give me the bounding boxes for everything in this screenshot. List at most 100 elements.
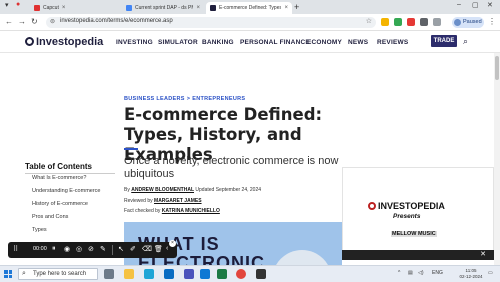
tray-overflow-icon[interactable]: ^ bbox=[398, 270, 400, 276]
minimize-icon[interactable]: – bbox=[457, 1, 461, 8]
eraser-icon[interactable]: ⌫ bbox=[142, 245, 152, 253]
recording-timer: 00:00 bbox=[33, 246, 47, 252]
store-icon[interactable] bbox=[164, 269, 174, 279]
search-icon: ⌕ bbox=[22, 270, 26, 277]
taskbar-clock[interactable]: 11:05 02-12-2024 bbox=[456, 268, 486, 280]
extension-icon[interactable] bbox=[407, 18, 415, 26]
nav-reviews[interactable]: REVIEWS bbox=[377, 39, 408, 46]
trash-icon[interactable]: 🗑 bbox=[154, 245, 163, 253]
pen-icon[interactable]: ✐ bbox=[130, 245, 136, 253]
author-link[interactable]: ANDREW BLOOMENTHAL bbox=[131, 187, 194, 193]
toc-item[interactable]: History of E-commerce bbox=[32, 201, 88, 207]
tab-capcut[interactable]: Capcut × bbox=[30, 2, 120, 14]
taskbar-search-placeholder: Type here to search bbox=[33, 271, 87, 277]
maximize-icon[interactable]: ▢ bbox=[472, 1, 479, 9]
toc-item[interactable]: Pros and Cons bbox=[32, 214, 68, 220]
network-icon[interactable]: ▤ bbox=[408, 270, 413, 276]
collapse-icon[interactable]: ‹ bbox=[166, 245, 168, 252]
language-indicator[interactable]: ENG bbox=[432, 270, 443, 276]
cursor-icon[interactable]: ↖ bbox=[118, 245, 124, 253]
outlook-icon[interactable] bbox=[200, 269, 210, 279]
sidebar-panel-icon[interactable] bbox=[433, 18, 441, 26]
bookmark-star-icon[interactable]: ☆ bbox=[366, 17, 372, 25]
nav-economy[interactable]: ECONOMY bbox=[307, 39, 342, 46]
breadcrumb-business-leaders[interactable]: BUSINESS LEADERS bbox=[124, 96, 185, 102]
tab-close-icon[interactable]: × bbox=[284, 5, 288, 11]
close-window-icon[interactable]: ✕ bbox=[487, 1, 493, 9]
page-scrollbar[interactable] bbox=[494, 53, 500, 265]
extension-icon[interactable] bbox=[381, 18, 389, 26]
trade-button[interactable]: TRADE bbox=[431, 35, 457, 47]
back-icon[interactable]: ← bbox=[5, 17, 13, 26]
excel-icon[interactable] bbox=[217, 269, 227, 279]
video-ad[interactable]: INVESTOPEDIA Presents MELLOW MUSIC bbox=[342, 167, 494, 257]
reload-icon[interactable]: ↻ bbox=[31, 17, 38, 26]
extensions-puzzle-icon[interactable] bbox=[420, 18, 428, 26]
author-line: By ANDREW BLOOMENTHAL Updated September … bbox=[124, 187, 261, 193]
toc-heading: Table of Contents bbox=[25, 162, 92, 171]
stop-icon[interactable]: ◉ bbox=[64, 245, 70, 253]
new-tab-button[interactable]: + bbox=[294, 2, 299, 12]
tab-close-icon[interactable]: × bbox=[62, 5, 66, 11]
ad-controls-bar: ✕ bbox=[342, 250, 494, 260]
tab-close-icon[interactable]: × bbox=[196, 5, 200, 11]
by-prefix: By bbox=[124, 187, 130, 193]
site-logo[interactable]: Investopedia bbox=[25, 36, 103, 48]
address-bar[interactable]: ⊜ investopedia.com/terms/e/ecommerce.asp… bbox=[46, 17, 376, 28]
url-text: investopedia.com/terms/e/ecommerce.asp bbox=[60, 18, 173, 24]
browser-toolbar: ← → ↻ ⊜ investopedia.com/terms/e/ecommer… bbox=[0, 14, 500, 31]
toc-item[interactable]: Understanding E-commerce bbox=[32, 188, 100, 194]
toolbar-divider bbox=[112, 245, 113, 255]
jira-favicon-icon bbox=[126, 5, 132, 11]
browser-menu-icon[interactable]: ⋮ bbox=[488, 17, 496, 26]
ad-close-button[interactable]: ✕ bbox=[480, 250, 486, 258]
forward-icon[interactable]: → bbox=[18, 17, 26, 26]
site-info-icon[interactable]: ⊜ bbox=[50, 18, 55, 25]
profile-button[interactable]: Paused bbox=[452, 17, 484, 28]
taskbar-search-input[interactable]: ⌕ Type here to search bbox=[18, 268, 98, 280]
breadcrumb-entrepreneurs[interactable]: ENTREPRENEURS bbox=[192, 96, 245, 102]
microphone-icon[interactable]: ⊘ bbox=[88, 245, 94, 253]
ad-logo: INVESTOPEDIA bbox=[368, 201, 445, 211]
toc-divider bbox=[25, 173, 115, 174]
edge-icon[interactable] bbox=[144, 269, 154, 279]
camera-icon[interactable]: ◎ bbox=[76, 245, 82, 253]
extension-icon[interactable] bbox=[394, 18, 402, 26]
file-explorer-icon[interactable] bbox=[124, 269, 134, 279]
tab-current-sprint[interactable]: Current sprint DAP - ds PM hic... × bbox=[122, 2, 204, 14]
recorder-app-icon[interactable] bbox=[256, 269, 266, 279]
nav-banking[interactable]: BANKING bbox=[202, 39, 234, 46]
factchecker-link[interactable]: KATRINA MUNICHIELLO bbox=[162, 208, 220, 214]
annotate-icon[interactable]: ✎ bbox=[100, 245, 106, 253]
logo-text: Investopedia bbox=[36, 36, 104, 48]
ad-show-title: MELLOW MUSIC bbox=[391, 231, 437, 237]
nav-investing[interactable]: INVESTING bbox=[116, 39, 153, 46]
chrome-icon[interactable] bbox=[236, 269, 246, 279]
tab-label: Capcut bbox=[43, 5, 59, 11]
ad-logo-text: INVESTOPEDIA bbox=[378, 201, 445, 211]
teams-icon[interactable] bbox=[184, 269, 194, 279]
nav-news[interactable]: NEWS bbox=[348, 39, 368, 46]
scrollbar-thumb[interactable] bbox=[495, 56, 499, 80]
reviewer-link[interactable]: MARGARET JAMES bbox=[154, 198, 202, 204]
drag-handle-icon[interactable]: ⠿ bbox=[13, 245, 18, 253]
recorder-close-button[interactable]: × bbox=[169, 240, 176, 247]
nav-simulator[interactable]: SIMULATOR bbox=[158, 39, 198, 46]
clock-date: 02-12-2024 bbox=[459, 274, 483, 279]
toc-item[interactable]: Types bbox=[32, 227, 47, 233]
reviewer-line: Reviewed by MARGARET JAMES bbox=[124, 198, 202, 204]
article-subtitle: Once a novelty, electronic commerce is n… bbox=[124, 155, 339, 180]
pause-icon[interactable]: ⏸ bbox=[52, 245, 56, 253]
screen-recorder-toolbar: ⠿ 00:00 ⏸ ◉ ◎ ⊘ ✎ ↖ ✐ ⌫ 🗑 ‹ bbox=[8, 242, 177, 258]
windows-start-icon[interactable] bbox=[4, 270, 12, 278]
task-view-icon[interactable] bbox=[104, 269, 114, 279]
search-icon[interactable]: ⌕ bbox=[463, 36, 468, 47]
toc-item[interactable]: What Is E-commerce? bbox=[32, 175, 86, 181]
tab-search-icon[interactable]: ▾ bbox=[5, 1, 9, 9]
volume-icon[interactable]: ◁) bbox=[418, 270, 424, 276]
nav-personal-finance[interactable]: PERSONAL FINANCE bbox=[240, 39, 310, 46]
windows-taskbar: ⌕ Type here to search ^ ▤ ◁) ENG 11:05 0… bbox=[0, 265, 500, 282]
investopedia-logo-icon bbox=[368, 202, 376, 210]
notifications-icon[interactable]: ▭ bbox=[488, 270, 493, 276]
tab-ecommerce-active[interactable]: E-commerce Defined: Types, Hi... × bbox=[206, 2, 292, 14]
